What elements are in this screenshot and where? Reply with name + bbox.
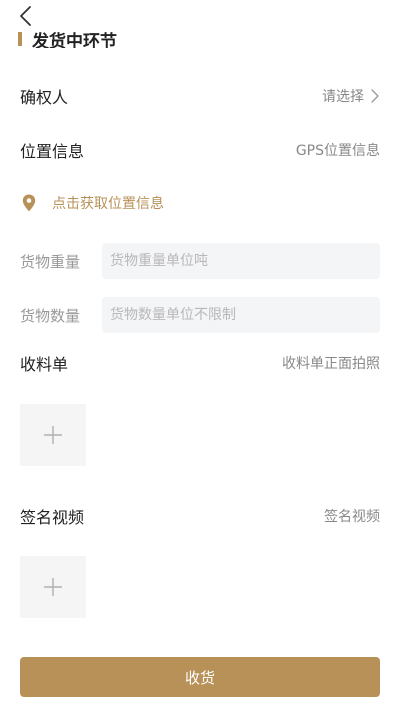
weight-row: 货物重量 xyxy=(20,243,380,279)
section-header: 发货中环节 xyxy=(18,30,117,48)
location-pin-icon xyxy=(22,194,36,212)
chevron-right-icon xyxy=(371,89,379,103)
weight-input[interactable] xyxy=(102,243,380,279)
confirmer-row[interactable]: 确权人 请选择 xyxy=(20,84,380,108)
get-location-button[interactable]: 点击获取位置信息 xyxy=(22,192,164,214)
location-label: 位置信息 xyxy=(20,142,85,161)
section-title: 发货中环节 xyxy=(32,31,117,49)
quantity-label: 货物数量 xyxy=(20,306,81,325)
confirmer-select[interactable]: 请选择 xyxy=(322,86,380,106)
get-location-label: 点击获取位置信息 xyxy=(52,196,164,212)
plus-icon xyxy=(44,578,62,596)
quantity-row: 货物数量 xyxy=(20,297,380,333)
signature-video-row: 签名视频 签名视频 xyxy=(20,504,380,528)
location-row: 位置信息 GPS位置信息 xyxy=(20,138,380,162)
plus-icon xyxy=(44,426,62,444)
chevron-left-icon xyxy=(20,6,31,26)
receipt-hint: 收料单正面拍照 xyxy=(282,356,380,372)
confirmer-value: 请选择 xyxy=(322,89,364,105)
receive-button[interactable]: 收货 xyxy=(20,657,380,697)
confirmer-label: 确权人 xyxy=(20,88,69,107)
receipt-label: 收料单 xyxy=(20,355,69,374)
signature-video-upload-button[interactable] xyxy=(20,556,86,618)
section-accent-bar xyxy=(18,32,22,46)
back-button[interactable] xyxy=(14,4,38,28)
location-value: GPS位置信息 xyxy=(295,143,380,159)
weight-label: 货物重量 xyxy=(20,252,81,271)
quantity-input[interactable] xyxy=(102,297,380,333)
receipt-row: 收料单 收料单正面拍照 xyxy=(20,351,380,375)
receipt-upload-button[interactable] xyxy=(20,404,86,466)
signature-video-hint: 签名视频 xyxy=(324,509,380,525)
signature-video-label: 签名视频 xyxy=(20,508,85,527)
